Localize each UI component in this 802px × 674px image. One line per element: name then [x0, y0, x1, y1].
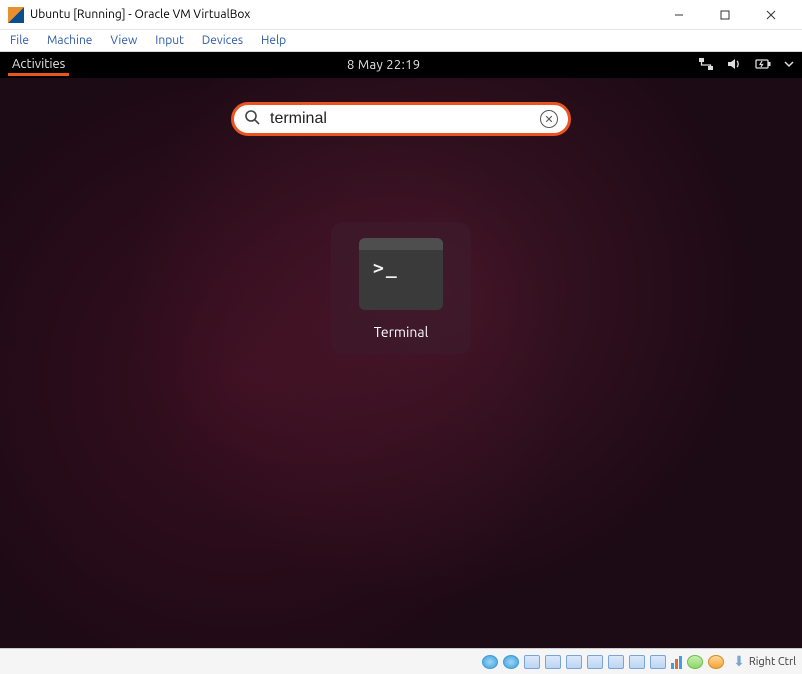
clear-search-icon[interactable]: ✕ [540, 110, 558, 128]
virtualbox-menubar: File Machine View Input Devices Help [0, 30, 802, 52]
search-field[interactable]: ✕ [231, 102, 571, 136]
audio-icon[interactable] [524, 655, 540, 669]
search-icon [244, 109, 260, 129]
host-key-arrow-icon: ⬇ [733, 653, 745, 670]
menu-view[interactable]: View [110, 34, 137, 47]
activities-search: ✕ [231, 102, 571, 136]
system-status-area[interactable] [698, 57, 794, 74]
display-icon[interactable] [608, 655, 624, 669]
minimize-button[interactable] [656, 0, 702, 30]
menu-input[interactable]: Input [155, 34, 184, 47]
shared-folders-icon[interactable] [587, 655, 603, 669]
host-key-label: Right Ctrl [749, 656, 796, 668]
menu-help[interactable]: Help [261, 34, 286, 47]
chevron-down-icon [784, 58, 794, 72]
menu-file[interactable]: File [10, 34, 29, 47]
guest-additions-icon[interactable] [687, 655, 703, 669]
activities-button[interactable]: Activities [8, 55, 69, 76]
gnome-top-bar: Activities 8 May 22:19 [0, 52, 802, 78]
virtualbox-icon [8, 7, 24, 23]
battery-charging-icon [754, 58, 772, 73]
activity-bars-icon [671, 655, 682, 669]
maximize-button[interactable] [702, 0, 748, 30]
recording-icon[interactable] [629, 655, 645, 669]
search-results: >_ Terminal [331, 222, 471, 354]
clock[interactable]: 8 May 22:19 [69, 58, 698, 72]
cpu-icon[interactable] [650, 655, 666, 669]
menu-machine[interactable]: Machine [47, 34, 92, 47]
menu-devices[interactable]: Devices [202, 34, 243, 47]
hard-disk-icon[interactable] [503, 655, 519, 669]
search-input[interactable] [270, 110, 530, 128]
app-result-label: Terminal [331, 324, 471, 340]
network-icon[interactable] [545, 655, 561, 669]
host-key-indicator[interactable]: ⬇ Right Ctrl [733, 653, 796, 670]
app-result-terminal[interactable]: >_ Terminal [331, 222, 471, 354]
usb-icon[interactable] [566, 655, 582, 669]
close-button[interactable] [748, 0, 794, 30]
virtualbox-statusbar: ⬇ Right Ctrl [0, 648, 802, 674]
mouse-integration-icon[interactable] [708, 655, 724, 669]
network-wired-icon [698, 57, 714, 74]
virtualbox-titlebar: Ubuntu [Running] - Oracle VM VirtualBox [0, 0, 802, 30]
guest-display: Activities 8 May 22:19 ✕ [0, 52, 802, 648]
optical-drive-icon[interactable] [482, 655, 498, 669]
terminal-app-icon: >_ [359, 238, 443, 310]
window-title: Ubuntu [Running] - Oracle VM VirtualBox [30, 8, 656, 21]
volume-icon [726, 57, 742, 74]
